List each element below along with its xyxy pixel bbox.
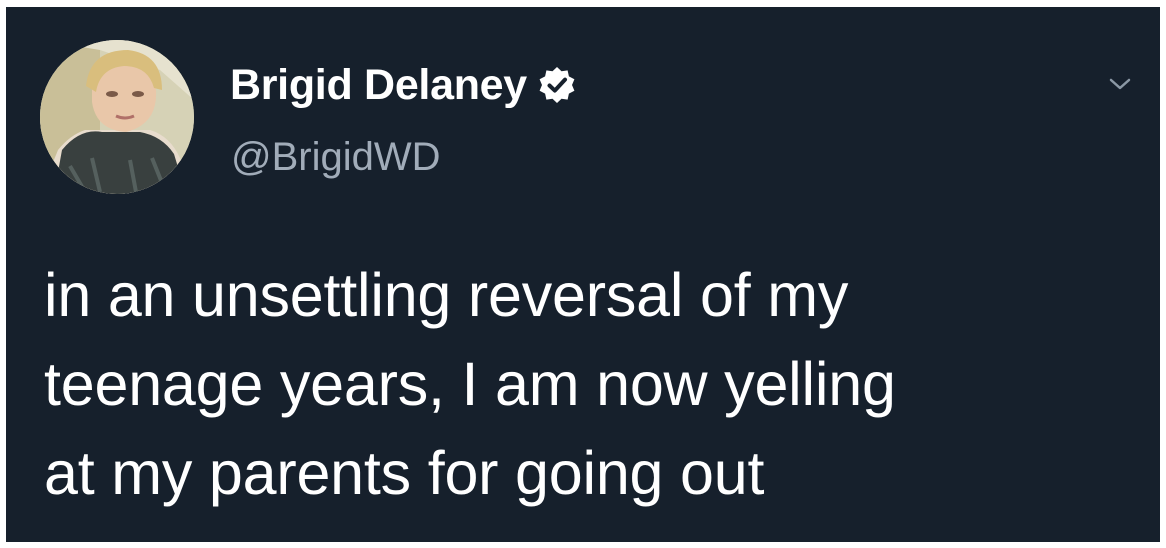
author-handle[interactable]: @BrigidWD (231, 132, 441, 182)
author-name-row: Brigid Delaney (230, 57, 577, 113)
tweet-text-line: at my parents for going out (44, 439, 765, 507)
verified-badge-icon (539, 67, 575, 103)
avatar[interactable] (40, 40, 194, 194)
chevron-down-icon (1109, 78, 1131, 90)
more-options-button[interactable] (1098, 62, 1142, 106)
tweet-text-line: teenage years, I am now yelling (44, 350, 896, 418)
tweet-text-line: in an unsettling reversal of my (44, 261, 849, 329)
author-display-name[interactable]: Brigid Delaney (230, 57, 527, 113)
tweet-card: Brigid Delaney @BrigidWD in an unsettlin… (6, 7, 1160, 542)
avatar-photo (40, 40, 194, 194)
tweet-text: in an unsettling reversal of my teenage … (44, 251, 1134, 518)
